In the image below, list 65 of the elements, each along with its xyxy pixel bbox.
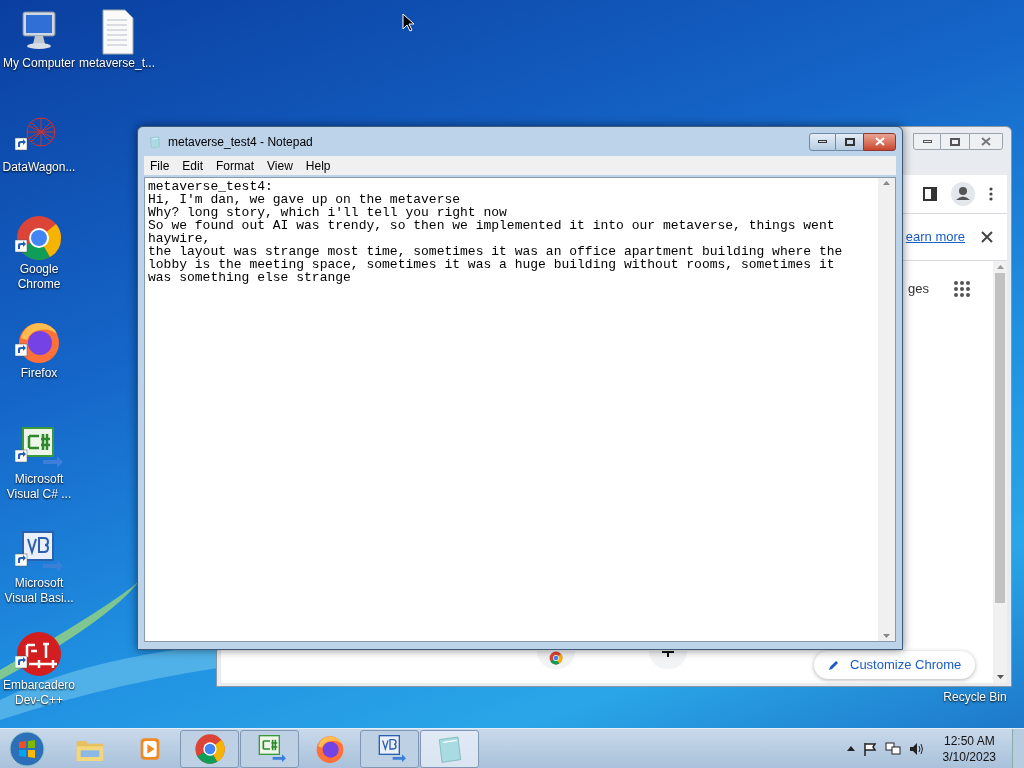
mouse-cursor-icon	[402, 13, 414, 32]
chrome-icon	[15, 214, 63, 262]
desktop-icon-label[interactable]: Firefox	[0, 366, 79, 381]
minimize-button[interactable]	[913, 133, 941, 150]
shortcut-label[interactable]: ges	[908, 279, 929, 299]
desktop-icon-label[interactable]: Google Chrome	[0, 262, 79, 292]
volume-icon[interactable]	[908, 741, 925, 756]
pencil-icon	[828, 659, 840, 671]
text-line: So we found out AI was trendy, so then we implemented it into our metaverse, things went	[148, 219, 835, 232]
desktop-icon-label[interactable]: Microsoft Visual Basi...	[0, 576, 79, 606]
window-title: metaverse_test4 - Notepad	[168, 133, 313, 151]
add-shortcut-button[interactable]	[649, 651, 687, 669]
profile-icon[interactable]	[951, 182, 975, 206]
menu-item[interactable]: Edit	[176, 156, 210, 175]
show-hidden-icons-icon[interactable]	[846, 746, 855, 751]
close-icon	[874, 137, 885, 146]
chrome-icon	[549, 651, 563, 665]
plus-icon	[662, 651, 674, 657]
clock[interactable]: 12:50 AM 3/10/2023	[942, 732, 996, 765]
flag-icon[interactable]	[862, 741, 877, 756]
more-menu-icon[interactable]	[989, 187, 993, 201]
text-line: haywire,	[148, 232, 211, 245]
desktop-icon-label[interactable]: metaverse_t...	[77, 56, 157, 71]
minimize-button[interactable]	[809, 132, 836, 151]
network-icon[interactable]	[884, 741, 901, 756]
desktop-icon-label[interactable]: DataWagon...	[0, 160, 79, 175]
menu-item[interactable]: Format	[210, 156, 261, 175]
scroll-up-icon	[883, 181, 890, 185]
text-line: Why? long story, which i'll tell you right now	[148, 206, 507, 219]
scroll-down-icon	[996, 675, 1004, 679]
scrollbar[interactable]	[878, 178, 895, 641]
learn-more-link[interactable]: earn more	[905, 227, 965, 247]
text-line: Hi, I'm dan, we gave up on the metaverse	[148, 193, 461, 206]
desktop-icon-label[interactable]: Microsoft Visual C# ...	[0, 472, 79, 502]
text-line: the layout was strange most time, sometimes it was an office apartment building where the	[148, 245, 843, 258]
taskbar-button[interactable]	[360, 729, 419, 768]
desktop-icon-label[interactable]: Recycle Bin	[943, 688, 1007, 706]
clock-date: 3/10/2023	[942, 748, 996, 765]
shortcut-tile[interactable]	[537, 651, 575, 669]
text-line: was something else strange	[148, 271, 351, 284]
text-line: metaverse_test4:	[148, 180, 273, 193]
close-button[interactable]	[969, 133, 1003, 150]
taskbar-button[interactable]	[240, 729, 299, 768]
maximize-button[interactable]	[836, 132, 863, 151]
scroll-down-icon	[883, 634, 890, 638]
maximize-button[interactable]	[941, 133, 969, 150]
side-panel-icon[interactable]	[923, 187, 937, 201]
menu-item[interactable]: View	[261, 156, 299, 175]
desktop-icon-label[interactable]: My Computer	[0, 56, 79, 71]
close-button[interactable]	[863, 132, 896, 151]
taskbar-button[interactable]	[180, 729, 239, 768]
customize-chrome-button[interactable]: Customize Chrome	[814, 651, 976, 679]
scroll-up-icon	[996, 265, 1004, 269]
text-line: lobby is the meeting space, sometimes it was a huge building without rooms, sometimes it	[148, 258, 835, 271]
menu-item[interactable]: File	[144, 156, 176, 175]
clock-time: 12:50 AM	[943, 732, 995, 749]
dev-cpp-icon	[15, 630, 63, 678]
scrollbar-thumb[interactable]	[995, 273, 1005, 603]
close-icon	[981, 137, 991, 146]
apps-grid-icon[interactable]	[953, 279, 971, 298]
scrollbar[interactable]	[993, 261, 1007, 683]
chrome-icon	[193, 732, 226, 765]
close-icon[interactable]	[981, 231, 993, 243]
notepad-icon	[148, 134, 162, 149]
menu-item[interactable]: Help	[299, 156, 337, 175]
